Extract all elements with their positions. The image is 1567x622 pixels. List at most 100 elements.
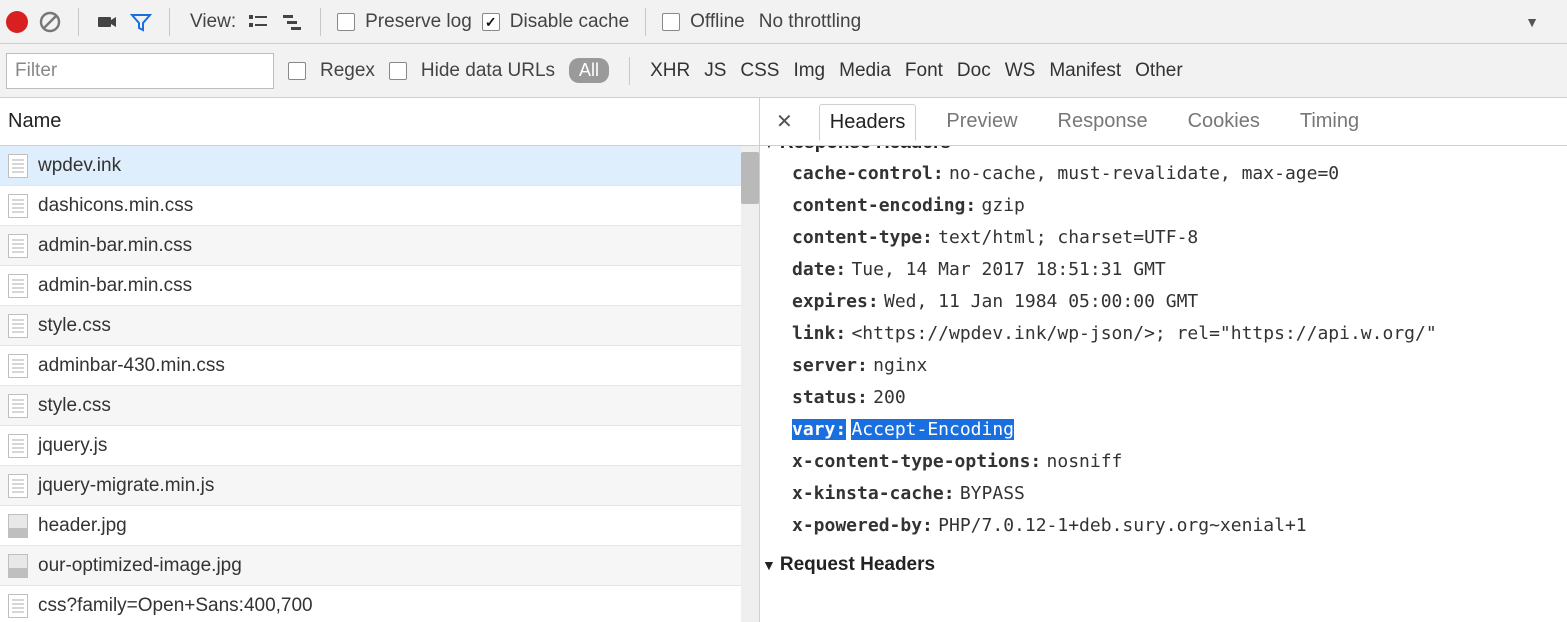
- image-file-icon: [8, 514, 28, 538]
- request-headers-section[interactable]: ▼ Request Headers: [762, 554, 1559, 576]
- divider: [78, 8, 79, 36]
- header-row[interactable]: date: Tue, 14 Mar 2017 18:51:31 GMT: [792, 254, 1559, 286]
- header-key: link:: [792, 323, 846, 344]
- request-row[interactable]: style.css: [0, 306, 759, 346]
- waterfall-icon[interactable]: [280, 10, 304, 34]
- throttling-select[interactable]: No throttling: [759, 11, 861, 33]
- request-row[interactable]: header.jpg: [0, 506, 759, 546]
- header-row[interactable]: server: nginx: [792, 350, 1559, 382]
- request-row[interactable]: jquery.js: [0, 426, 759, 466]
- request-row[interactable]: dashicons.min.css: [0, 186, 759, 226]
- header-row[interactable]: status: 200: [792, 382, 1559, 414]
- header-value: <https://wpdev.ink/wp-json/>; rel="https…: [851, 323, 1436, 344]
- disable-cache-checkbox[interactable]: [482, 13, 500, 31]
- request-name: jquery.js: [38, 435, 107, 457]
- camera-icon[interactable]: [95, 10, 119, 34]
- header-value: no-cache, must-revalidate, max-age=0: [949, 163, 1339, 184]
- scrollbar-track[interactable]: [741, 146, 759, 622]
- document-file-icon: [8, 354, 28, 378]
- filter-doc[interactable]: Doc: [957, 60, 991, 82]
- view-label: View:: [190, 11, 236, 33]
- header-row[interactable]: x-content-type-options: nosniff: [792, 446, 1559, 478]
- header-key: vary:: [792, 419, 846, 440]
- filter-media[interactable]: Media: [839, 60, 891, 82]
- filter-ws[interactable]: WS: [1005, 60, 1036, 82]
- header-key: server:: [792, 355, 868, 376]
- divider: [645, 8, 646, 36]
- filter-input[interactable]: [6, 53, 274, 89]
- network-toolbar: View: Preserve log Disable cache Offline…: [0, 0, 1567, 44]
- request-row[interactable]: css?family=Open+Sans:400,700: [0, 586, 759, 622]
- hide-data-urls-label: Hide data URLs: [421, 60, 555, 82]
- header-value: nosniff: [1047, 451, 1123, 472]
- header-value: text/html; charset=UTF-8: [938, 227, 1198, 248]
- tab-response[interactable]: Response: [1048, 104, 1158, 139]
- preserve-log-checkbox[interactable]: [337, 13, 355, 31]
- filter-xhr[interactable]: XHR: [650, 60, 690, 82]
- column-header-name[interactable]: Name: [0, 98, 759, 146]
- details-panel: ✕ Headers Preview Response Cookies Timin…: [760, 98, 1567, 622]
- request-name: css?family=Open+Sans:400,700: [38, 595, 313, 617]
- offline-checkbox[interactable]: [662, 13, 680, 31]
- request-row[interactable]: our-optimized-image.jpg: [0, 546, 759, 586]
- request-name: dashicons.min.css: [38, 195, 193, 217]
- close-details-button[interactable]: ✕: [770, 109, 799, 134]
- header-row[interactable]: x-powered-by: PHP/7.0.12-1+deb.sury.org~…: [792, 510, 1559, 542]
- settings-dropdown[interactable]: ▼: [1525, 14, 1561, 30]
- tab-cookies[interactable]: Cookies: [1178, 104, 1270, 139]
- tab-preview[interactable]: Preview: [936, 104, 1027, 139]
- document-file-icon: [8, 434, 28, 458]
- preserve-log-label: Preserve log: [365, 11, 472, 33]
- disable-cache-label: Disable cache: [510, 11, 629, 33]
- header-row[interactable]: cache-control: no-cache, must-revalidate…: [792, 158, 1559, 190]
- request-name: header.jpg: [38, 515, 127, 537]
- filter-manifest[interactable]: Manifest: [1049, 60, 1121, 82]
- header-row[interactable]: link: <https://wpdev.ink/wp-json/>; rel=…: [792, 318, 1559, 350]
- request-name: admin-bar.min.css: [38, 235, 192, 257]
- filter-icon[interactable]: [129, 10, 153, 34]
- header-row[interactable]: content-encoding: gzip: [792, 190, 1559, 222]
- header-key: expires:: [792, 291, 879, 312]
- document-file-icon: [8, 394, 28, 418]
- filter-font[interactable]: Font: [905, 60, 943, 82]
- request-row[interactable]: wpdev.ink: [0, 146, 759, 186]
- request-row[interactable]: adminbar-430.min.css: [0, 346, 759, 386]
- document-file-icon: [8, 474, 28, 498]
- hide-data-urls-checkbox[interactable]: [389, 62, 407, 80]
- request-row[interactable]: jquery-migrate.min.js: [0, 466, 759, 506]
- request-name: style.css: [38, 395, 111, 417]
- tab-timing[interactable]: Timing: [1290, 104, 1369, 139]
- regex-checkbox[interactable]: [288, 62, 306, 80]
- request-row[interactable]: admin-bar.min.css: [0, 226, 759, 266]
- filter-all-pill[interactable]: All: [569, 58, 609, 83]
- header-row[interactable]: x-kinsta-cache: BYPASS: [792, 478, 1559, 510]
- chevron-down-icon: ▼: [1525, 14, 1539, 30]
- divider: [169, 8, 170, 36]
- request-row[interactable]: style.css: [0, 386, 759, 426]
- tab-headers[interactable]: Headers: [819, 104, 917, 141]
- header-row[interactable]: expires: Wed, 11 Jan 1984 05:00:00 GMT: [792, 286, 1559, 318]
- filter-css[interactable]: CSS: [740, 60, 779, 82]
- large-rows-icon[interactable]: [246, 10, 270, 34]
- header-value: Wed, 11 Jan 1984 05:00:00 GMT: [884, 291, 1198, 312]
- scrollbar-thumb[interactable]: [741, 152, 759, 204]
- header-row[interactable]: vary: Accept-Encoding: [792, 414, 1559, 446]
- filter-toolbar: Regex Hide data URLs All XHR JS CSS Img …: [0, 44, 1567, 98]
- clear-button[interactable]: [38, 10, 62, 34]
- header-row[interactable]: content-type: text/html; charset=UTF-8: [792, 222, 1559, 254]
- headers-pane: ▼ Response Headers cache-control: no-cac…: [760, 146, 1567, 622]
- record-button[interactable]: [6, 11, 28, 33]
- response-headers-section[interactable]: ▼ Response Headers: [762, 146, 1559, 154]
- filter-other[interactable]: Other: [1135, 60, 1183, 82]
- request-row[interactable]: admin-bar.min.css: [0, 266, 759, 306]
- header-value: gzip: [982, 195, 1025, 216]
- request-name: style.css: [38, 315, 111, 337]
- filter-img[interactable]: Img: [793, 60, 825, 82]
- header-value: Tue, 14 Mar 2017 18:51:31 GMT: [851, 259, 1165, 280]
- header-key: status:: [792, 387, 868, 408]
- filter-js[interactable]: JS: [704, 60, 726, 82]
- request-headers-label: Request Headers: [780, 554, 935, 576]
- divider: [320, 8, 321, 36]
- offline-label: Offline: [690, 11, 745, 33]
- document-file-icon: [8, 194, 28, 218]
